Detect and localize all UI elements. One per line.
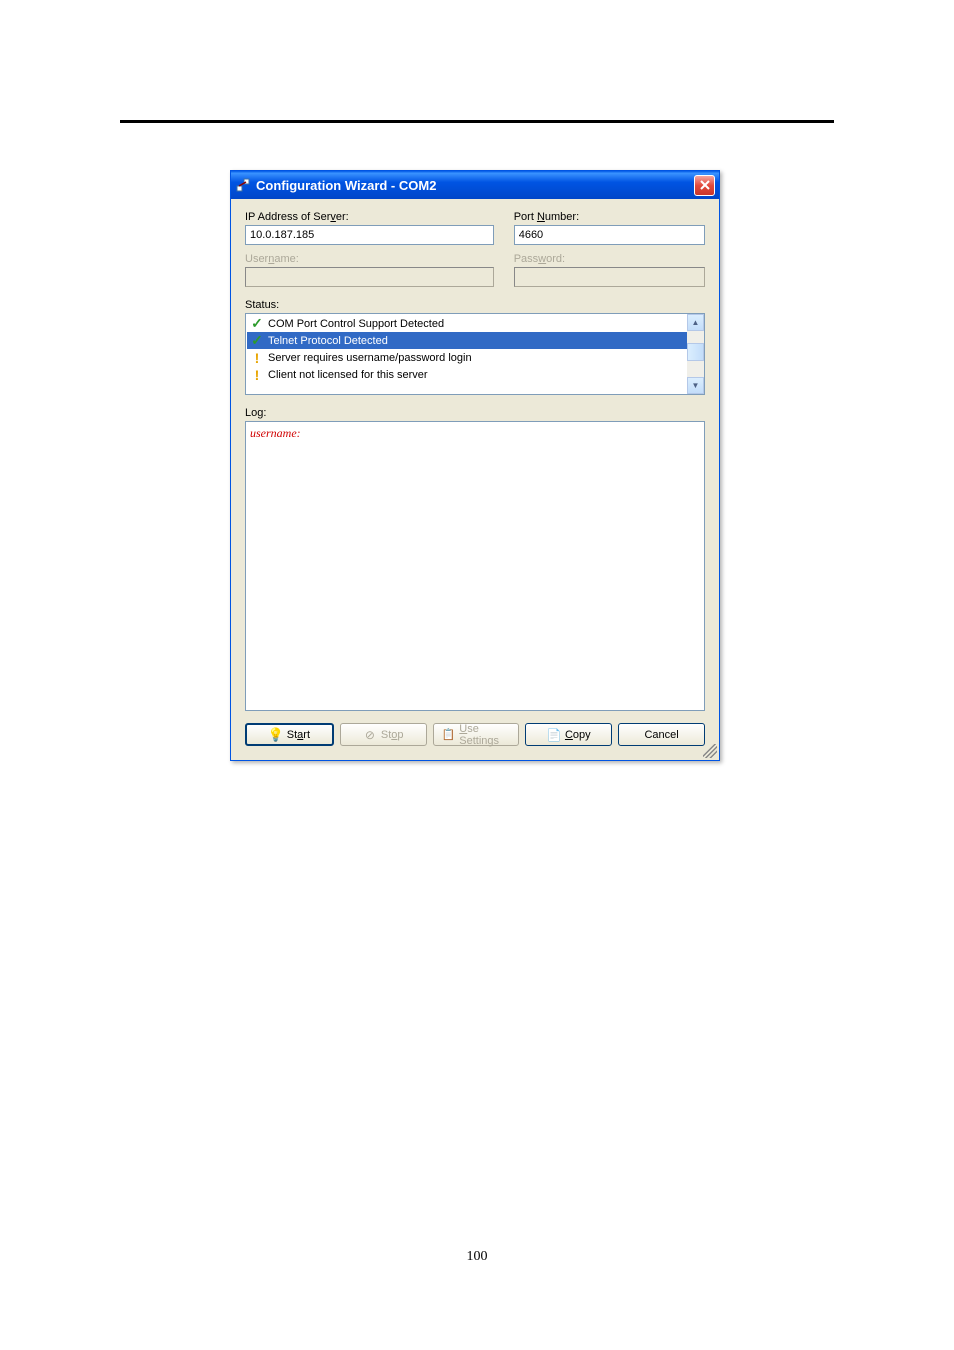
status-item[interactable]: ✓COM Port Control Support Detected — [247, 315, 703, 332]
password-label: Password: — [514, 253, 705, 265]
warning-icon: ! — [249, 367, 265, 383]
log-content: username: — [250, 426, 301, 440]
resize-grip[interactable] — [703, 744, 717, 758]
ip-label: IP Address of Server: — [245, 211, 494, 223]
dialog-body: IP Address of Server: Port Number: Usern… — [231, 199, 719, 760]
status-label: Status: — [245, 299, 705, 311]
log-textarea[interactable]: username: — [245, 421, 705, 711]
username-input — [245, 267, 494, 287]
status-item-text: COM Port Control Support Detected — [268, 318, 444, 330]
status-scrollbar[interactable]: ▲ ▼ — [687, 314, 704, 394]
copy-button[interactable]: 📄 Copy — [525, 723, 612, 746]
titlebar[interactable]: Configuration Wizard - COM2 — [231, 171, 719, 199]
status-listbox[interactable]: ✓COM Port Control Support Detected✓Telne… — [245, 313, 705, 395]
ip-input[interactable] — [245, 225, 494, 245]
username-label: Username: — [245, 253, 494, 265]
stop-icon: ⊘ — [363, 728, 377, 742]
status-item[interactable]: ✓Telnet Protocol Detected — [247, 332, 703, 349]
cancel-button[interactable]: Cancel — [618, 723, 705, 746]
close-button[interactable] — [694, 175, 715, 196]
status-item-text: Server requires username/password login — [268, 352, 472, 364]
status-item[interactable]: !Client not licensed for this server — [247, 366, 703, 383]
password-input — [514, 267, 705, 287]
use-settings-button: 📋 Use Settings — [433, 723, 520, 746]
port-input[interactable] — [514, 225, 705, 245]
log-label: Log: — [245, 407, 705, 419]
app-icon — [235, 177, 251, 193]
stop-button: ⊘ Stop — [340, 723, 427, 746]
scroll-thumb[interactable] — [687, 343, 704, 361]
config-wizard-dialog: Configuration Wizard - COM2 IP Address o… — [230, 170, 720, 761]
start-button[interactable]: 💡 Start — [245, 723, 334, 746]
titlebar-text: Configuration Wizard - COM2 — [256, 178, 694, 193]
bulb-icon: 💡 — [269, 728, 283, 742]
page-top-divider — [120, 120, 834, 123]
button-row: 💡 Start ⊘ Stop 📋 Use Settings 📄 Copy Can… — [245, 723, 705, 750]
scroll-down-button[interactable]: ▼ — [687, 377, 704, 394]
status-item-text: Client not licensed for this server — [268, 369, 428, 381]
check-icon: ✓ — [249, 333, 265, 349]
scroll-up-button[interactable]: ▲ — [687, 314, 704, 331]
check-icon: ✓ — [249, 316, 265, 332]
port-label: Port Number: — [514, 211, 705, 223]
warning-icon: ! — [249, 350, 265, 366]
settings-icon: 📋 — [442, 728, 456, 742]
status-item[interactable]: !Server requires username/password login — [247, 349, 703, 366]
page-number: 100 — [0, 1249, 954, 1265]
copy-icon: 📄 — [547, 728, 561, 742]
scroll-track[interactable] — [687, 331, 704, 377]
status-item-text: Telnet Protocol Detected — [268, 335, 388, 347]
